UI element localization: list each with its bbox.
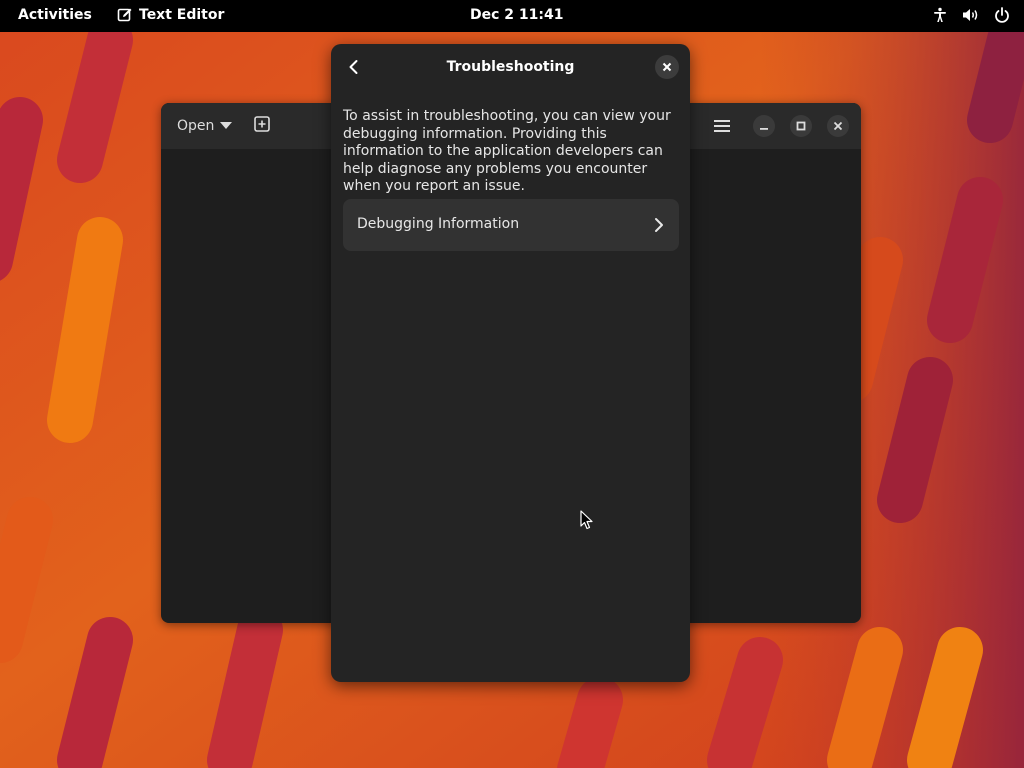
debugging-information-label: Debugging Information [357, 216, 520, 232]
system-tray[interactable] [932, 7, 1010, 23]
hamburger-menu-icon[interactable] [713, 118, 731, 138]
dropdown-arrow-icon [220, 118, 233, 134]
window-close-icon[interactable] [827, 115, 849, 137]
open-label: Open [177, 118, 215, 134]
new-tab-icon[interactable] [253, 115, 271, 137]
app-menu-button[interactable]: Text Editor [117, 7, 224, 23]
close-icon[interactable] [655, 55, 679, 79]
text-editor-icon [117, 7, 133, 23]
chevron-right-icon [653, 217, 665, 237]
troubleshooting-dialog: Troubleshooting To assist in troubleshoo… [331, 44, 690, 682]
dialog-title: Troubleshooting [446, 59, 575, 75]
open-button[interactable]: Open [169, 111, 240, 141]
accessibility-icon[interactable] [932, 7, 948, 23]
mouse-cursor-icon [580, 510, 594, 534]
volume-icon[interactable] [962, 7, 980, 23]
debugging-information-row[interactable]: Debugging Information [343, 199, 679, 251]
clock[interactable]: Dec 2 11:41 [470, 7, 563, 23]
troubleshooting-description: To assist in troubleshooting, you can vi… [343, 108, 671, 194]
maximize-icon[interactable] [790, 115, 812, 137]
top-bar: Activities Text Editor Dec 2 11:41 [0, 0, 1024, 32]
minimize-icon[interactable] [753, 115, 775, 137]
app-name: Text Editor [139, 7, 225, 23]
power-icon[interactable] [994, 7, 1010, 23]
activities-button[interactable]: Activities [18, 7, 92, 23]
